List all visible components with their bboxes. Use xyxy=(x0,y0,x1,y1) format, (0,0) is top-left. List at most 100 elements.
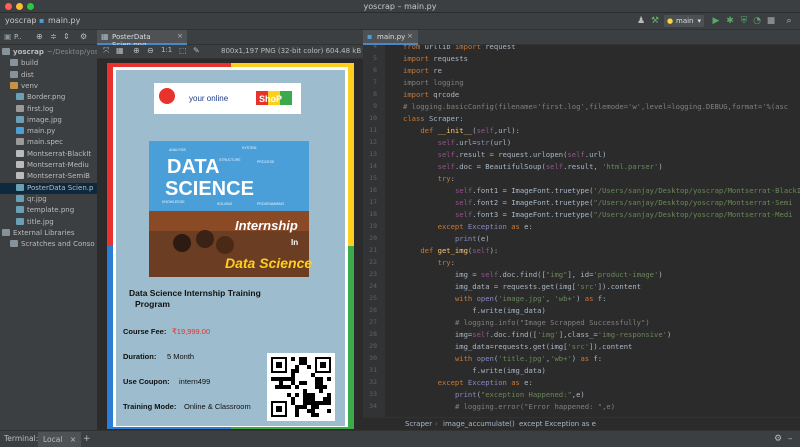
breadcrumb-item[interactable]: Scraper xyxy=(405,418,432,430)
code-line[interactable]: try: xyxy=(403,174,455,183)
actual-size-icon[interactable]: 1:1 xyxy=(161,46,172,54)
tree-item[interactable]: title.jpg xyxy=(0,217,97,228)
file-icon xyxy=(2,228,10,236)
code-line[interactable]: self.doc = BeautifulSoup(self.result, 'h… xyxy=(403,162,663,171)
run-icon[interactable]: ▶ xyxy=(711,16,721,26)
tab-poster-image[interactable]: ▦ PosterData Scien.png × xyxy=(97,30,187,49)
code-line[interactable]: print(e) xyxy=(403,234,490,243)
vcs-user-icon[interactable]: ♟ xyxy=(636,16,646,26)
code-editor[interactable]: 4 from urllib import request 5 import reque… xyxy=(363,45,800,417)
hammer-icon[interactable]: ⚒ xyxy=(650,16,660,26)
code-line[interactable]: img = self.doc.find(["img"], id='product… xyxy=(403,270,663,279)
tree-item[interactable]: Montserrat-SemiB xyxy=(0,171,97,182)
tree-item-label: Montserrat-Mediu xyxy=(27,161,89,169)
grid-icon[interactable]: ▦ xyxy=(116,46,124,55)
code-line[interactable]: print("exception Happened:",e) xyxy=(403,390,585,399)
code-line[interactable]: from urllib import request xyxy=(403,45,516,51)
tree-item[interactable]: image.jpg xyxy=(0,115,97,126)
code-line[interactable]: except Exception as e: xyxy=(403,378,533,387)
code-line[interactable]: self.font3 = ImageFont.truetype("/Users/… xyxy=(403,210,793,219)
code-line[interactable]: img=self.doc.find(['img'],class_='img-re… xyxy=(403,330,671,339)
terminal-tab-local[interactable]: Local × xyxy=(38,432,82,447)
gear-icon[interactable]: ⚙ xyxy=(80,32,87,41)
line-number: 9 xyxy=(373,102,377,110)
code-line[interactable]: img_data = requests.get(img['src']).cont… xyxy=(403,282,641,291)
stop-icon[interactable]: ■ xyxy=(766,16,776,26)
tree-item[interactable]: template.png xyxy=(0,205,97,216)
code-line[interactable]: with open('title.jpg','wb+') as f: xyxy=(403,354,602,363)
code-line[interactable]: import re xyxy=(403,66,442,75)
folder-icon xyxy=(10,70,18,78)
tree-item[interactable]: qr.jpg xyxy=(0,194,97,205)
fit-icon[interactable]: ⤧ xyxy=(103,46,109,56)
tree-item[interactable]: first.log xyxy=(0,104,97,115)
code-line[interactable]: f.write(img_data) xyxy=(403,366,546,375)
zoom-in-icon[interactable]: ⊕ xyxy=(133,46,140,55)
python-icon: ● xyxy=(667,17,674,25)
breadcrumb-item[interactable]: except Exception as e xyxy=(519,418,596,430)
code-line[interactable]: except Exception as e: xyxy=(403,222,533,231)
tree-item[interactable]: PosterData Scien.p xyxy=(0,182,97,194)
minimize-panel-icon[interactable]: – xyxy=(788,431,793,447)
code-line[interactable]: class Scraper: xyxy=(403,114,464,123)
tree-item[interactable]: Montserrat-Mediu xyxy=(0,160,97,171)
search-icon[interactable]: ⌕ xyxy=(784,16,794,26)
tree-item[interactable]: build xyxy=(0,58,97,69)
code-line[interactable]: # logging.error("Error happened: ",e) xyxy=(403,402,615,411)
add-terminal-button[interactable]: + xyxy=(83,431,91,447)
close-window-button[interactable] xyxy=(5,3,12,10)
tree-item[interactable]: Scratches and Conso xyxy=(0,239,97,250)
code-line[interactable]: def __init__(self,url): xyxy=(403,126,520,135)
code-line[interactable]: # logging.basicConfig(filename='first.lo… xyxy=(403,102,788,111)
tree-item[interactable]: main.py xyxy=(0,126,97,137)
locate-icon[interactable]: ⊕ xyxy=(36,32,43,41)
close-icon[interactable]: × xyxy=(177,32,183,40)
coverage-icon[interactable]: ⛨ xyxy=(739,16,749,26)
code-line[interactable]: with open('image.jpg', 'wb+') as f: xyxy=(403,294,606,303)
profile-icon[interactable]: ◔ xyxy=(752,16,762,26)
tree-item[interactable]: Border.png xyxy=(0,92,97,103)
tree-item[interactable]: venv xyxy=(0,81,97,92)
tree-item[interactable]: Montserrat-BlackIt xyxy=(0,149,97,160)
code-line[interactable]: self.font1 = ImageFont.truetype('/Users/… xyxy=(403,186,800,195)
file-icon xyxy=(16,115,24,123)
tree-item[interactable]: dist xyxy=(0,70,97,81)
color-picker-icon[interactable]: ✎ xyxy=(193,46,200,55)
code-line[interactable]: self.url=str(url) xyxy=(403,138,512,147)
code-line[interactable]: try: xyxy=(403,258,455,267)
project-view-label[interactable]: P.. xyxy=(14,33,22,41)
tab-main-py[interactable]: ▪ main.py × xyxy=(363,30,418,45)
minimize-window-button[interactable] xyxy=(16,3,23,10)
fit-page-icon[interactable]: ⬚ xyxy=(179,46,187,55)
fee-value: ₹19,999.00 xyxy=(172,327,210,336)
code-line[interactable]: def get_img(self): xyxy=(403,246,498,255)
code-line[interactable]: import requests xyxy=(403,54,468,63)
window-title: yoscrap – main.py xyxy=(363,2,437,11)
code-line[interactable]: self.result = request.urlopen(self.url) xyxy=(403,150,607,159)
code-line[interactable]: f.write(img_data) xyxy=(403,306,546,315)
file-icon xyxy=(16,93,24,101)
code-line[interactable]: # logging.info("Image Scrapped Successfu… xyxy=(403,318,650,327)
collapse-icon[interactable]: ≑ xyxy=(50,32,57,41)
code-line[interactable]: import logging xyxy=(403,78,464,87)
code-line[interactable]: import qrcode xyxy=(403,90,459,99)
zoom-out-icon[interactable]: ⊖ xyxy=(147,46,154,55)
maximize-window-button[interactable] xyxy=(27,3,34,10)
close-icon[interactable]: × xyxy=(407,32,413,40)
expand-icon[interactable]: ⇕ xyxy=(63,32,70,41)
duration-label: Duration: xyxy=(123,352,156,361)
code-line[interactable]: self.font2 = ImageFont.truetype("/Users/… xyxy=(403,198,793,207)
line-number: 6 xyxy=(373,66,377,74)
tree-item[interactable]: External Libraries xyxy=(0,228,97,239)
close-icon[interactable]: × xyxy=(70,435,76,444)
tree-item[interactable]: yoscrap~/Desktop/yoscrap xyxy=(0,47,97,58)
image-file-icon: ▦ xyxy=(101,32,109,41)
breadcrumb-item[interactable]: image_accumulate() xyxy=(443,418,515,430)
nav-file-crumb[interactable]: main.py xyxy=(48,16,80,25)
gear-icon[interactable]: ⚙ xyxy=(774,431,782,447)
debug-icon[interactable]: ✱ xyxy=(725,16,735,26)
run-config-select[interactable]: ● main ▾ xyxy=(664,15,704,27)
banner-title-1: DATA xyxy=(167,156,220,178)
tree-item[interactable]: main.spec xyxy=(0,137,97,148)
code-line[interactable]: img_data=requests.get(img['src']).conten… xyxy=(403,342,632,351)
